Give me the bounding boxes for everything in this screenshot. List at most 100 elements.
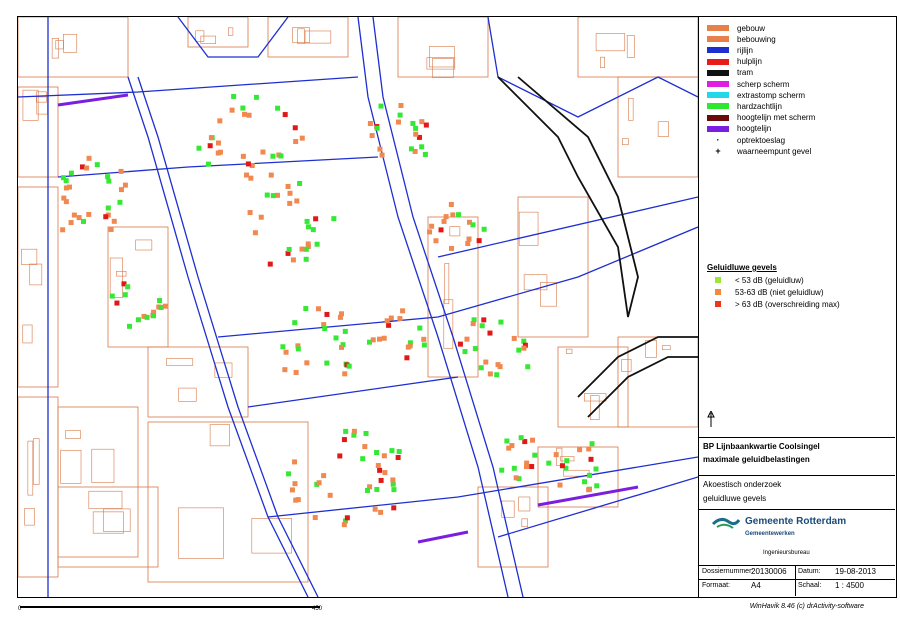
building-outline xyxy=(55,40,64,50)
facade-receiver xyxy=(294,198,300,204)
legend-label: tram xyxy=(737,68,753,78)
facade-receiver xyxy=(303,306,309,312)
facade-receiver xyxy=(587,472,593,478)
legend-item: + waarneempunt gevel xyxy=(707,146,811,156)
facade-receiver xyxy=(375,463,381,469)
software-credit: WinHavik 8.46 (c) drActivity-software xyxy=(749,603,864,610)
building-outline xyxy=(449,226,461,237)
facade-receiver xyxy=(63,185,69,191)
road-line xyxy=(137,76,319,597)
facade-receiver xyxy=(391,505,397,511)
facade-receiver xyxy=(377,146,383,152)
facade-receiver xyxy=(564,458,570,464)
building-outline xyxy=(18,396,59,578)
facade-receiver xyxy=(419,119,425,125)
building-outline xyxy=(135,239,153,251)
facade-receiver xyxy=(267,261,273,267)
facade-receiver xyxy=(523,464,529,470)
facade-receiver xyxy=(391,487,397,493)
facade-receiver xyxy=(529,464,535,470)
project-subtitle: maximale geluidbelastingen xyxy=(703,455,810,464)
building-outline xyxy=(57,406,139,558)
facade-receiver xyxy=(456,212,462,218)
map-canvas[interactable] xyxy=(18,17,698,597)
legend-swatch xyxy=(707,36,729,43)
noise-map[interactable] xyxy=(18,17,698,597)
datum-value: 19-08-2013 xyxy=(835,567,876,576)
building-outline xyxy=(51,37,60,59)
organisation-block: Gemeente Rotterdam Gemeentewerken Ingeni… xyxy=(699,509,895,566)
facade-receiver xyxy=(390,477,396,483)
facade-receiver xyxy=(304,218,310,224)
facade-receiver xyxy=(374,125,380,131)
facade-receiver xyxy=(122,182,128,188)
facade-receiver xyxy=(315,306,321,312)
facade-receiver xyxy=(337,314,343,320)
building-outline xyxy=(29,263,43,286)
facade-receiver xyxy=(441,218,447,224)
facade-receiver xyxy=(240,105,246,111)
facade-receiver xyxy=(379,152,385,158)
legend-swatch xyxy=(707,58,729,65)
north-arrow-icon xyxy=(707,409,715,427)
building-outline xyxy=(444,263,450,305)
facade-receiver xyxy=(470,222,476,228)
dossier-label: Dossiernummer: xyxy=(702,568,754,575)
facade-receiver xyxy=(518,435,524,441)
facade-receiver xyxy=(60,175,66,181)
building-outline xyxy=(626,35,635,58)
facade-receiver xyxy=(413,131,419,137)
building-outline xyxy=(21,248,38,265)
facade-receiver xyxy=(157,298,163,304)
facade-receiver xyxy=(333,335,339,341)
facade-receiver xyxy=(529,437,535,443)
facade-receiver xyxy=(245,161,251,167)
org-name: Gemeente Rotterdam xyxy=(745,516,847,527)
facade-legend-item: 53-63 dB (niet geluidluw) xyxy=(707,287,824,297)
facade-receiver xyxy=(297,180,303,186)
building-outline xyxy=(595,33,626,52)
facade-receiver xyxy=(427,229,433,235)
facade-receiver xyxy=(68,170,74,176)
facade-receiver xyxy=(423,122,429,128)
building-outline xyxy=(426,57,456,70)
building-outline xyxy=(200,35,216,44)
facade-receiver xyxy=(400,308,406,314)
facade-receiver xyxy=(457,341,463,347)
building-outline xyxy=(517,196,589,338)
road-line xyxy=(217,226,698,338)
facade-receiver xyxy=(293,139,299,145)
facade-receiver xyxy=(342,371,348,377)
facade-swatch xyxy=(715,277,721,283)
legend-label: hulplijn xyxy=(737,57,762,67)
facade-receiver xyxy=(303,246,309,252)
facade-receiver xyxy=(395,119,401,125)
facade-receiver xyxy=(422,151,428,157)
legend-item: extrastomp scherm xyxy=(707,90,805,100)
facade-receiver xyxy=(231,93,237,99)
facade-receiver xyxy=(381,453,387,459)
legend-swatch xyxy=(707,69,729,76)
facade-receiver xyxy=(144,314,150,320)
facade-receiver xyxy=(286,471,292,477)
legend-swatch xyxy=(707,25,729,31)
legend-item: hoogtelijn xyxy=(707,124,771,134)
facade-receiver xyxy=(557,482,563,488)
org-dept: Ingenieursbureau xyxy=(763,550,810,556)
facade-receiver xyxy=(275,105,281,111)
facade-receiver xyxy=(76,215,82,221)
facade-receiver xyxy=(287,200,293,206)
scale-bar xyxy=(20,602,320,608)
building-outline xyxy=(60,449,82,484)
building-outline xyxy=(565,348,573,354)
road-line xyxy=(437,196,698,258)
facade-receiver xyxy=(586,487,592,493)
facade-receiver xyxy=(270,193,276,199)
facade-receiver xyxy=(117,199,123,205)
building-outline xyxy=(22,324,33,344)
facade-receiver xyxy=(390,481,396,487)
road-line xyxy=(57,156,379,178)
facade-receiver xyxy=(363,430,369,436)
facade-receiver xyxy=(410,120,416,126)
facade-receiver xyxy=(397,112,403,118)
